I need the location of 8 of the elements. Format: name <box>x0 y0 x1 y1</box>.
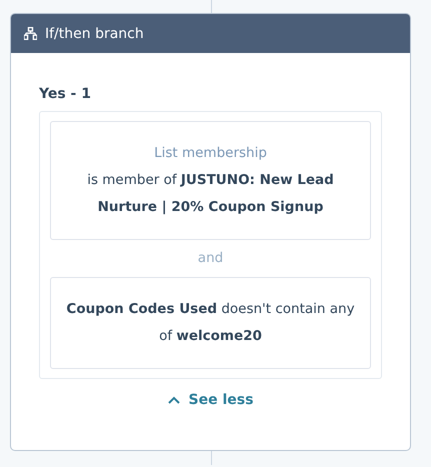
branch-icon <box>24 27 37 40</box>
filter-condition: is member of JUSTUNO: New Lead Nurture | 20% Coupon Signup <box>86 171 335 217</box>
see-less-link[interactable]: See less <box>168 392 254 408</box>
filter-heading: List membership <box>153 144 268 163</box>
joiner-text: and <box>198 250 224 266</box>
card-title: If/then branch <box>45 26 144 42</box>
filter-condition: Coupon Codes Used doesn't contain any of welcome20 <box>65 300 356 346</box>
branch-label: Yes - 1 <box>39 86 92 104</box>
